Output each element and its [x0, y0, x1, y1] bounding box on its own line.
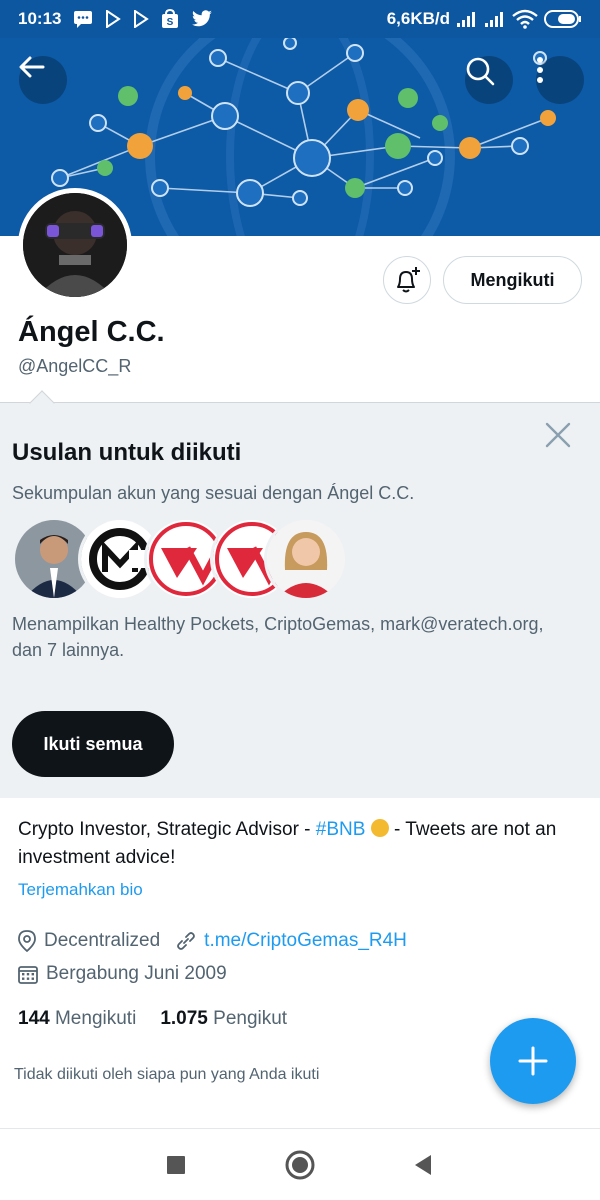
following-count: 144 — [18, 1008, 50, 1029]
close-icon — [545, 422, 571, 448]
bell-plus-icon — [397, 267, 420, 293]
suggestions-title: Usulan untuk diikuti — [12, 439, 242, 466]
avatar-image — [23, 193, 127, 297]
square-icon — [167, 1156, 185, 1174]
translate-bio-link[interactable]: Terjemahkan bio — [18, 880, 143, 900]
follow-counts: 144 Mengikuti 1.075 Pengikut — [18, 1008, 287, 1030]
compose-tweet-button[interactable] — [490, 1018, 576, 1104]
home-button[interactable] — [282, 1147, 318, 1183]
play-store-icon — [105, 10, 122, 28]
notification-bell-button[interactable] — [383, 256, 431, 304]
display-name: Ángel C.C. — [18, 316, 165, 348]
following-button[interactable]: Mengikuti — [443, 256, 582, 304]
search-button[interactable] — [465, 56, 513, 104]
play-icon — [133, 10, 150, 28]
status-bar: 10:13 S 6,6KB/d — [0, 0, 600, 38]
home-circle-icon — [285, 1150, 315, 1180]
link-icon — [177, 932, 196, 950]
location-text: Decentralized — [44, 930, 161, 951]
triangle-back-icon — [415, 1155, 431, 1175]
status-time: 10:13 — [18, 9, 62, 28]
chat-icon — [73, 10, 93, 28]
back-button[interactable] — [19, 56, 67, 104]
followers-count-link[interactable]: 1.075 Pengikut — [160, 1008, 287, 1030]
shop-icon: S — [161, 9, 179, 29]
plus-icon — [518, 1046, 548, 1076]
card-notch — [29, 390, 55, 416]
calendar-icon — [18, 966, 38, 984]
not-followed-notice: Tidak diikuti oleh siapa pun yang Anda i… — [14, 1066, 320, 1083]
more-button[interactable] — [536, 56, 584, 104]
suggestions-description: Menampilkan Healthy Pockets, CriptoGemas… — [12, 614, 544, 660]
suggestions-subtitle: Sekumpulan akun yang sesuai dengan Ángel… — [12, 483, 415, 503]
back-nav-button[interactable] — [405, 1147, 441, 1183]
signal-icon — [484, 10, 506, 28]
bio-text-start: Crypto Investor, Strategic Advisor - — [18, 819, 316, 840]
wifi-icon — [512, 9, 538, 29]
recents-button[interactable] — [158, 1147, 194, 1183]
location-pin-icon — [18, 930, 36, 952]
signal-icon — [456, 10, 478, 28]
following-label: Mengikuti — [54, 1008, 137, 1029]
join-date-item: Bergabung Juni 2009 — [18, 963, 227, 985]
followers-count: 1.075 — [160, 1008, 208, 1029]
network-speed: 6,6KB/d — [386, 9, 450, 28]
user-handle: @AngelCC_R — [18, 356, 132, 376]
website-item[interactable]: t.me/CriptoGemas_R4H — [176, 930, 407, 952]
profile-bio: Crypto Investor, Strategic Advisor - #BN… — [18, 816, 588, 872]
system-nav-bar — [0, 1128, 600, 1200]
suggested-avatar-woman[interactable] — [264, 517, 348, 601]
following-count-link[interactable]: 144 Mengikuti — [18, 1008, 136, 1030]
follow-all-button[interactable]: Ikuti semua — [12, 711, 174, 777]
svg-text:S: S — [167, 17, 174, 28]
dismiss-suggestions-button[interactable] — [540, 417, 576, 453]
battery-icon — [544, 9, 582, 29]
join-date-text: Bergabung Juni 2009 — [46, 963, 227, 984]
arrow-left-icon — [19, 56, 45, 78]
follow-suggestions-card: Usulan untuk diikuti Sekumpulan akun yan… — [0, 390, 600, 798]
website-link[interactable]: t.me/CriptoGemas_R4H — [204, 930, 407, 952]
location-item: Decentralized — [18, 930, 160, 952]
profile-avatar[interactable] — [18, 188, 132, 302]
profile-meta-row: Decentralized t.me/CriptoGemas_R4H — [18, 930, 407, 952]
followers-label: Pengikut — [213, 1008, 288, 1029]
more-vertical-icon — [537, 57, 543, 83]
bnb-hashtag-link[interactable]: #BNB — [316, 819, 366, 840]
bnb-coin-icon — [370, 819, 389, 837]
suggested-avatars[interactable] — [12, 517, 352, 601]
twitter-icon — [191, 10, 213, 28]
join-date-row: Bergabung Juni 2009 — [18, 963, 227, 985]
search-icon — [466, 57, 495, 86]
